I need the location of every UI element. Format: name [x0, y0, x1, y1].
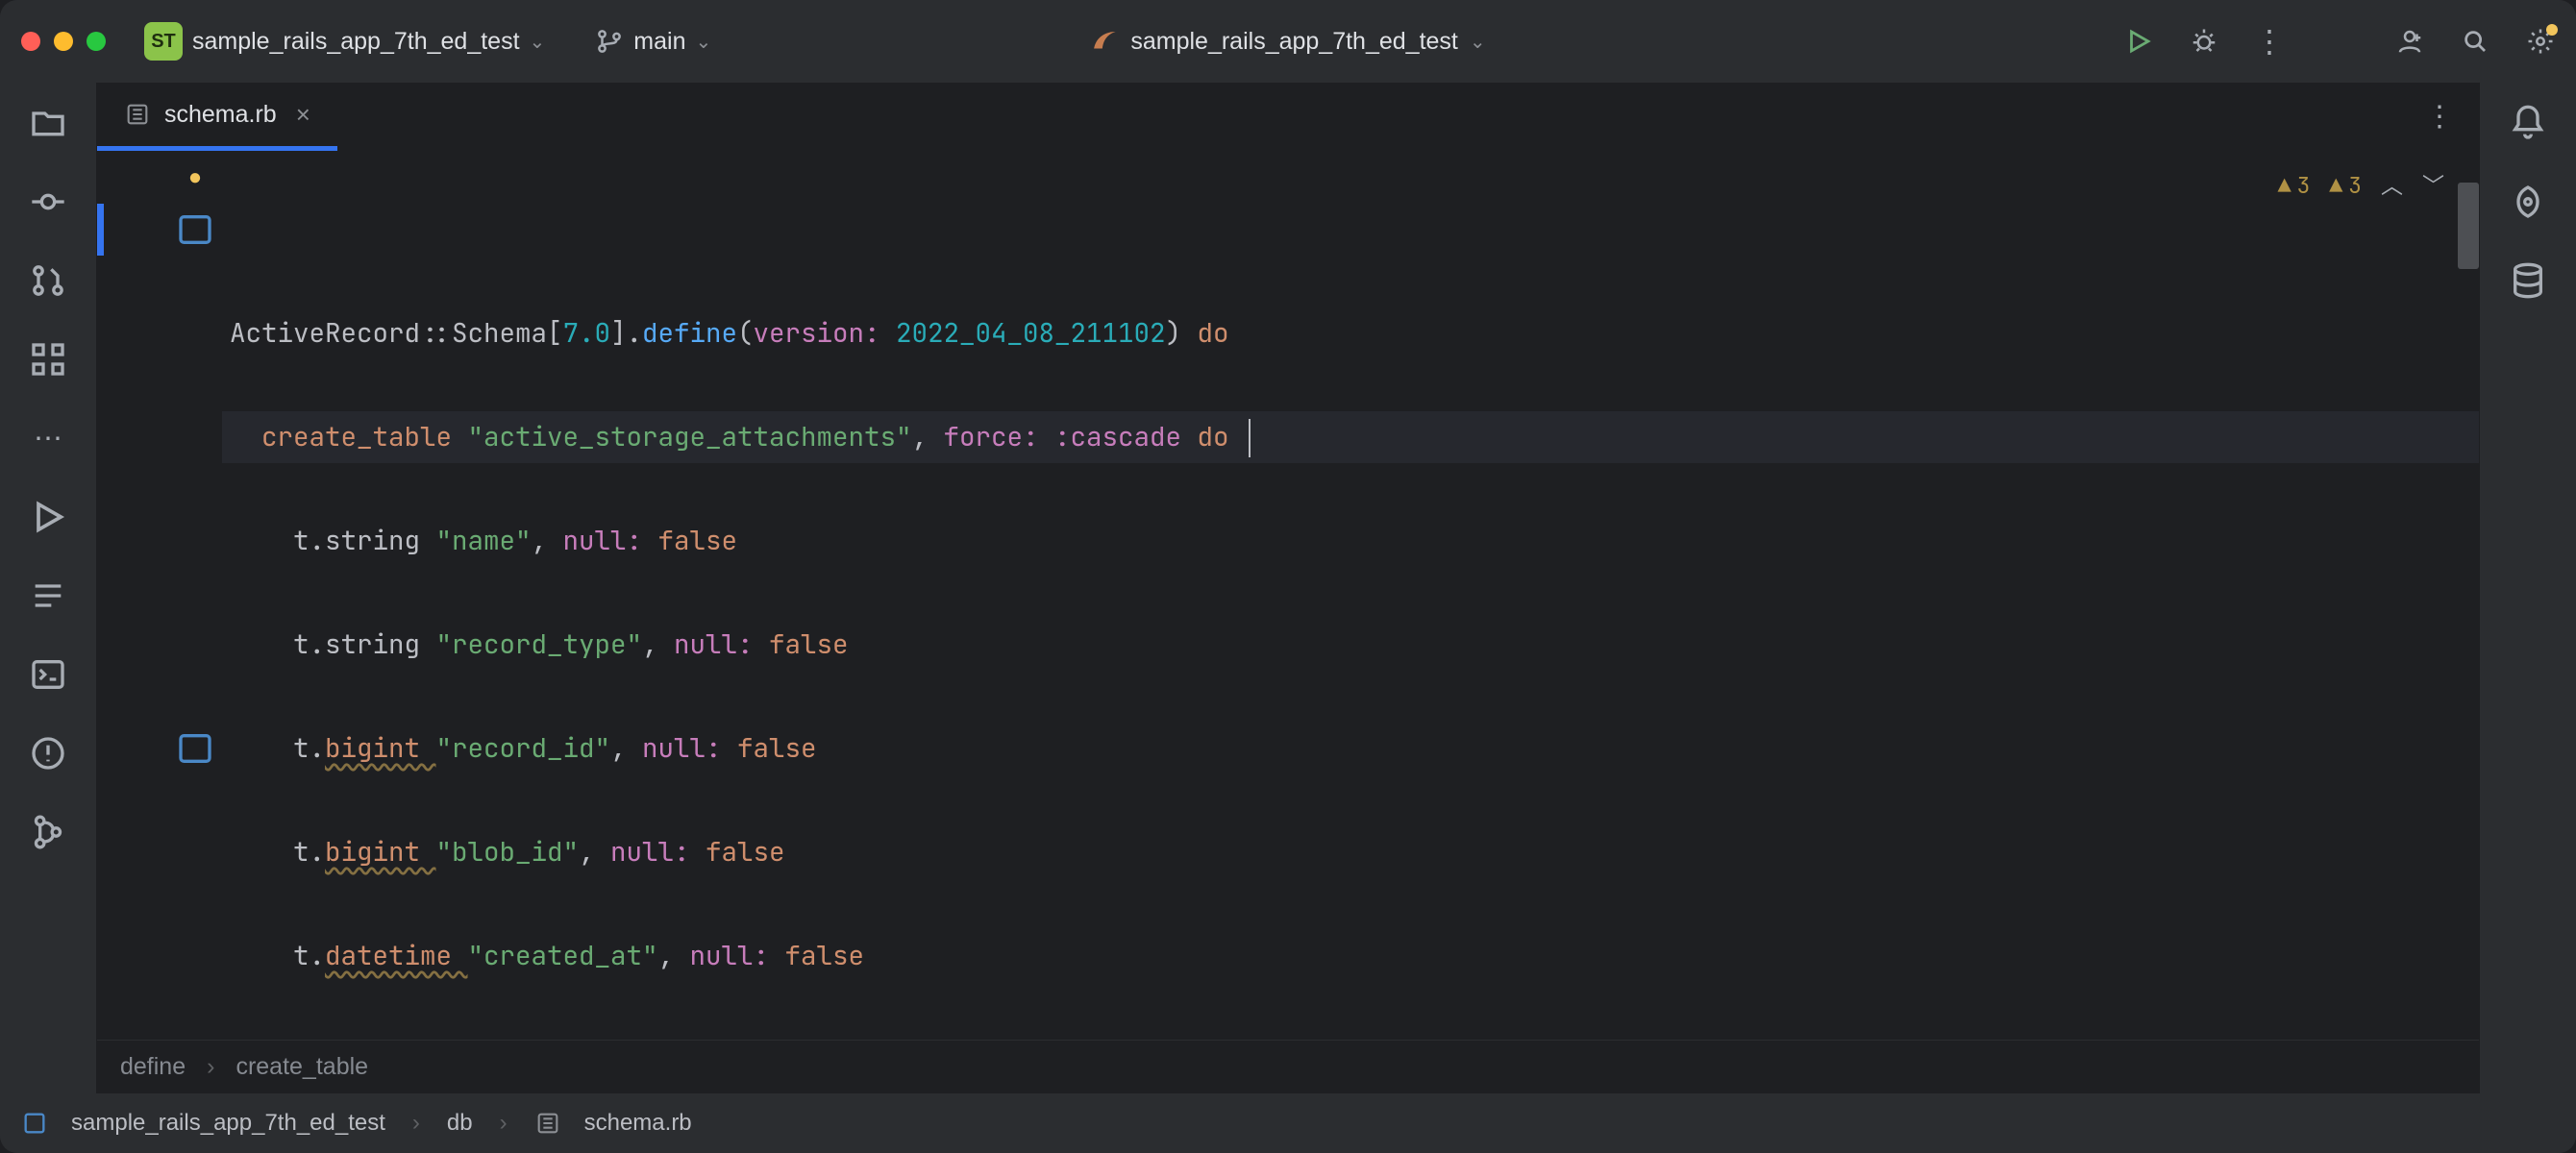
- run-button[interactable]: [2124, 27, 2153, 56]
- chevron-right-icon: ›: [412, 1110, 420, 1137]
- vcs-tool-button[interactable]: [29, 813, 67, 851]
- breadcrumbs[interactable]: define › create_table: [97, 1040, 2479, 1093]
- table-gutter-icon[interactable]: [176, 210, 214, 249]
- editor[interactable]: ● ▲3 ▲3 ︿ ﹀ ActiveRecord::Schema[7.0].de…: [97, 152, 2479, 1040]
- database-tool-button[interactable]: [2509, 261, 2547, 300]
- maximize-window-button[interactable]: [87, 32, 106, 51]
- run-config-selector[interactable]: sample_rails_app_7th_ed_test ⌄: [1090, 27, 1485, 56]
- search-button[interactable]: [2461, 27, 2489, 56]
- ai-assistant-button[interactable]: [2509, 183, 2547, 221]
- settings-button[interactable]: [2526, 27, 2555, 56]
- chevron-down-icon: ⌄: [695, 30, 711, 54]
- code-with-me-button[interactable]: [2395, 27, 2424, 56]
- editor-tabs: schema.rb × ⋮: [97, 83, 2479, 152]
- crumb-define[interactable]: define: [120, 1053, 186, 1081]
- caret-line-indicator: [97, 204, 104, 256]
- warning-count-2: 3: [2348, 159, 2362, 211]
- minimize-window-button[interactable]: [54, 32, 73, 51]
- problems-tool-button[interactable]: [29, 734, 67, 773]
- todo-tool-button[interactable]: [29, 576, 67, 615]
- ruby-file-icon: [534, 1110, 561, 1137]
- prev-highlight-button[interactable]: ︿: [2381, 159, 2403, 211]
- scrollbar[interactable]: [2458, 183, 2479, 269]
- left-tool-rail: ⋯: [0, 83, 96, 1093]
- module-icon: [21, 1110, 48, 1137]
- commit-tool-button[interactable]: [29, 183, 67, 221]
- project-selector[interactable]: ST sample_rails_app_7th_ed_test ⌄: [144, 22, 545, 61]
- table-gutter-icon[interactable]: [176, 729, 214, 768]
- status-folder[interactable]: db: [447, 1110, 473, 1137]
- breakpoint-icon[interactable]: ●: [176, 159, 214, 197]
- right-tool-rail: [2480, 83, 2576, 1093]
- next-highlight-button[interactable]: ﹀: [2422, 159, 2444, 211]
- window-controls: [21, 32, 106, 51]
- branch-selector[interactable]: main ⌄: [595, 27, 711, 56]
- branch-icon: [595, 27, 624, 56]
- chevron-right-icon: ›: [500, 1110, 508, 1137]
- close-window-button[interactable]: [21, 32, 40, 51]
- titlebar: ST sample_rails_app_7th_ed_test ⌄ main ⌄…: [0, 0, 2576, 83]
- warning-icon: ▲: [2278, 159, 2291, 211]
- pull-requests-tool-button[interactable]: [29, 261, 67, 300]
- notifications-button[interactable]: [2509, 104, 2547, 142]
- branch-name: main: [633, 28, 685, 56]
- terminal-tool-button[interactable]: [29, 655, 67, 694]
- tab-filename: schema.rb: [164, 101, 277, 129]
- project-tool-button[interactable]: [29, 104, 67, 142]
- warning-icon: ▲: [2329, 159, 2342, 211]
- inspections-widget[interactable]: ▲3 ▲3 ︿ ﹀: [2278, 159, 2444, 211]
- rails-icon: [1090, 27, 1119, 56]
- chevron-down-icon: ⌄: [530, 30, 546, 54]
- structure-tool-button[interactable]: [29, 340, 67, 379]
- tab-schema[interactable]: schema.rb ×: [97, 83, 337, 151]
- run-config-name: sample_rails_app_7th_ed_test: [1130, 28, 1458, 56]
- project-badge: ST: [144, 22, 183, 61]
- text-cursor: [1249, 419, 1251, 457]
- close-tab-button[interactable]: ×: [296, 100, 310, 130]
- warning-count-1: 3: [2297, 159, 2311, 211]
- chevron-down-icon: ⌄: [1470, 30, 1486, 54]
- status-file[interactable]: schema.rb: [584, 1110, 692, 1137]
- gutter: ●: [153, 152, 222, 1040]
- debug-button[interactable]: [2190, 27, 2218, 56]
- project-name: sample_rails_app_7th_ed_test: [192, 28, 520, 56]
- code-area[interactable]: ▲3 ▲3 ︿ ﹀ ActiveRecord::Schema[7.0].defi…: [222, 152, 2479, 1040]
- run-tool-button[interactable]: [29, 498, 67, 536]
- more-tool-button[interactable]: ⋯: [29, 419, 67, 457]
- more-actions-button[interactable]: ⋮: [2255, 27, 2284, 56]
- glyph-margin: [97, 152, 153, 1040]
- ruby-file-icon: [124, 101, 151, 128]
- chevron-right-icon: ›: [207, 1053, 214, 1081]
- tab-options-button[interactable]: ⋮: [2400, 83, 2479, 151]
- crumb-create-table[interactable]: create_table: [235, 1053, 368, 1081]
- statusbar: sample_rails_app_7th_ed_test › db › sche…: [0, 1093, 2576, 1153]
- status-project[interactable]: sample_rails_app_7th_ed_test: [71, 1110, 385, 1137]
